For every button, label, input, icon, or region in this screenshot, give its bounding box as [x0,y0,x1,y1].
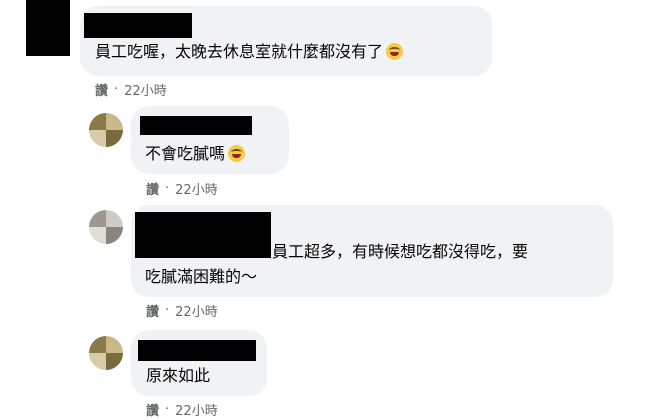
comment-meta: 讚 · 22小時 [95,80,167,99]
comment-text-content: 不會吃膩嗎 [145,144,226,163]
comment-text: 員工吃喔，太晚去休息室就什麼都沒有了 [95,40,404,64]
redacted-author-name [84,13,192,38]
comment-meta: 讚 · 22小時 [146,301,218,320]
separator-dot: · [165,402,170,417]
separator-dot: · [165,303,170,318]
grinning-face-icon [386,43,404,60]
avatar[interactable] [89,336,123,370]
like-button[interactable]: 讚 [146,179,159,198]
like-button[interactable]: 讚 [146,400,159,419]
like-button[interactable]: 讚 [95,80,108,99]
comment-text-line: 吃膩滿困難的～ [145,267,258,286]
timestamp[interactable]: 22小時 [175,179,218,198]
comment-text-line: 員工超多，有時候想吃都沒得吃，要 [272,242,529,261]
comment-meta: 讚 · 22小時 [146,400,218,419]
timestamp[interactable]: 22小時 [124,80,167,99]
separator-dot: · [165,181,170,196]
redacted-author-name [138,340,256,361]
grinning-face-icon [228,145,246,162]
redacted-author-name [140,116,252,135]
separator-dot: · [114,82,119,97]
timestamp[interactable]: 22小時 [175,400,218,419]
redacted-avatar [26,0,70,56]
avatar[interactable] [89,210,123,244]
timestamp[interactable]: 22小時 [175,301,218,320]
comment-text: 原來如此 [146,366,211,385]
comment-meta: 讚 · 22小時 [146,179,218,198]
comment-text-content: 員工吃喔，太晚去休息室就什麼都沒有了 [95,42,384,61]
like-button[interactable]: 讚 [146,301,159,320]
redacted-author-name [135,212,271,258]
comment-text: 不會吃膩嗎 [145,142,246,166]
avatar[interactable] [89,113,123,147]
